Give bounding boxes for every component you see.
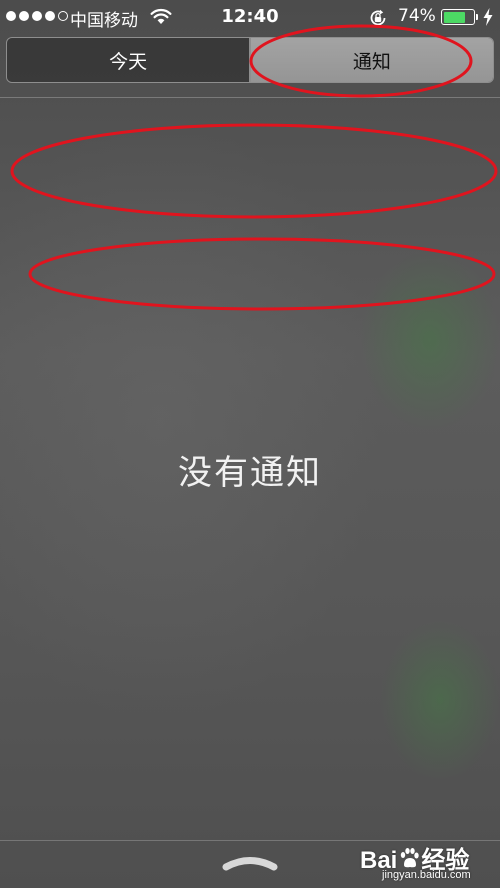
tab-notifications[interactable]: 通知 (250, 38, 493, 82)
blurred-background (0, 0, 500, 888)
status-bar: 中国移动 12:40 74% (0, 0, 500, 34)
charging-bolt-icon (482, 7, 494, 32)
battery-icon (441, 9, 475, 25)
chevron-up-icon[interactable] (222, 852, 278, 876)
header-divider (0, 97, 500, 98)
battery-level-fill (443, 11, 465, 23)
empty-notifications-message: 没有通知 (178, 453, 322, 493)
watermark-site: jingyan.baidu.com (382, 869, 471, 881)
rotation-lock-icon (368, 8, 388, 33)
battery-nub (476, 14, 478, 20)
baidu-watermark: Bai 经验 jingyan.baidu.com (360, 836, 490, 884)
battery-percentage: 74% (398, 6, 436, 26)
tab-today[interactable]: 今天 (7, 38, 250, 82)
view-segmented-control: 今天 通知 (6, 37, 494, 83)
